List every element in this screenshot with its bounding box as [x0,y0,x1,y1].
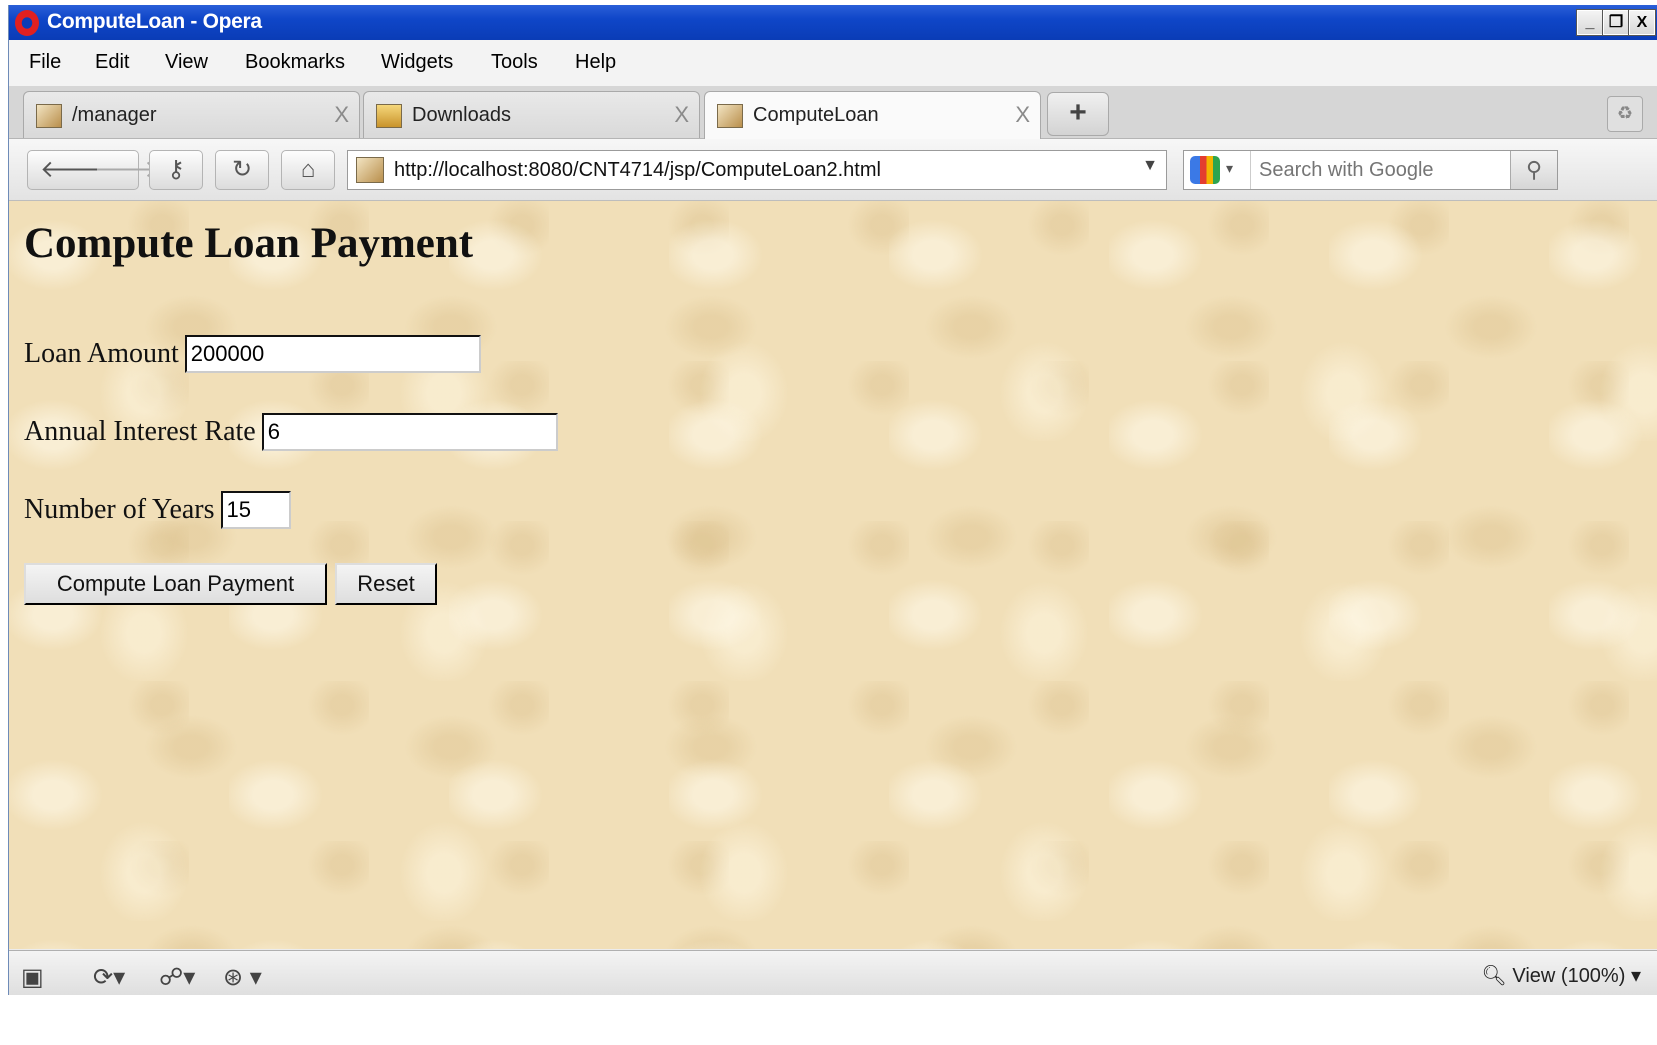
page-favicon-icon [356,157,384,183]
home-icon[interactable]: ⌂ [281,150,335,190]
years-label: Number of Years [24,494,215,525]
years-field[interactable] [220,491,291,529]
minimize-button[interactable]: _ [1576,9,1604,36]
trash-icon[interactable]: ♻ [1607,96,1643,132]
compute-loan-payment-button[interactable]: Compute Loan Payment [24,563,327,605]
menu-bookmarks[interactable]: Bookmarks [245,51,345,74]
wand-key-icon[interactable]: ⚷ [149,150,203,190]
years-row: Number of Years [24,491,291,529]
close-window-button[interactable]: X [1628,9,1656,36]
page-content: Compute Loan Payment Loan Amount Annual … [9,201,1657,949]
search-icon[interactable]: ⚲ [1510,151,1557,189]
title-bar: ComputeLoan - Opera _ ❐ X [9,5,1657,40]
page-favicon-icon [717,104,743,128]
menu-help[interactable]: Help [575,51,616,74]
search-box: ▾ ⚲ [1183,150,1558,190]
opera-logo-icon [15,10,39,36]
menu-bar: File Edit View Bookmarks Widgets Tools H… [9,40,1657,86]
address-url[interactable]: http://localhost:8080/CNT4714/jsp/Comput… [394,159,881,182]
address-bar[interactable]: http://localhost:8080/CNT4714/jsp/Comput… [347,150,1167,190]
tab-computeloan[interactable]: ComputeLoan X [704,91,1041,140]
sync-icon[interactable]: ⟳▾ [93,963,125,992]
browser-window: ComputeLoan - Opera _ ❐ X File Edit View… [8,5,1657,1045]
status-bar: ▣ ⟳▾ ☍▾ ⊛ ▾ 🔍︎ View (100%) ▾ [9,950,1657,1001]
search-engine-dropdown-icon[interactable]: ▾ [1226,160,1233,177]
restore-button[interactable]: ❐ [1602,9,1630,36]
menu-widgets[interactable]: Widgets [381,51,453,74]
zoom-icon: 🔍︎ [1481,965,1513,987]
interest-rate-label: Annual Interest Rate [24,416,256,447]
back-forward-group: 🡐 🡒 [27,150,158,190]
tab-close-icon[interactable]: X [334,102,349,128]
tab-label: /manager [72,104,157,126]
zoom-label: View (100%) [1512,965,1626,987]
bottom-margin [0,995,1657,1045]
interest-rate-row: Annual Interest Rate [24,413,558,451]
menu-tools[interactable]: Tools [491,51,538,74]
navigation-bar: 🡐 🡒 ⚷ ↻ ⌂ http://localhost:8080/CNT4714/… [9,139,1657,201]
tab-downloads[interactable]: Downloads X [363,91,700,138]
tab-close-icon[interactable]: X [674,102,689,128]
new-tab-button[interactable]: + [1047,92,1109,136]
reload-icon[interactable]: ↻ [215,150,269,190]
tab-label: ComputeLoan [753,104,879,126]
menu-edit[interactable]: Edit [95,51,129,74]
page-favicon-icon [36,104,62,128]
menu-file[interactable]: File [29,51,61,74]
turbo-icon[interactable]: ⊛ ▾ [223,963,262,992]
google-logo-icon[interactable] [1190,156,1220,184]
loan-amount-field[interactable] [184,335,481,373]
downloads-icon [376,104,402,128]
tab-close-icon[interactable]: X [1015,102,1030,128]
window-title: ComputeLoan - Opera [47,10,262,33]
unite-icon[interactable]: ☍▾ [159,963,195,992]
tab-bar: /manager X Downloads X ComputeLoan X + ♻ [9,86,1657,140]
tab-label: Downloads [412,104,511,126]
page-title: Compute Loan Payment [24,220,474,267]
search-input[interactable] [1250,151,1506,189]
loan-amount-label: Loan Amount [24,338,179,369]
reset-button[interactable]: Reset [335,563,437,605]
chevron-down-icon[interactable]: ▼ [1142,157,1158,175]
tab-manager[interactable]: /manager X [23,91,360,138]
zoom-indicator[interactable]: 🔍︎ View (100%) ▾ [1481,963,1641,988]
panel-toggle-icon[interactable]: ▣ [21,963,44,992]
menu-view[interactable]: View [165,51,208,74]
interest-rate-field[interactable] [261,413,558,451]
loan-amount-row: Loan Amount [24,335,481,373]
